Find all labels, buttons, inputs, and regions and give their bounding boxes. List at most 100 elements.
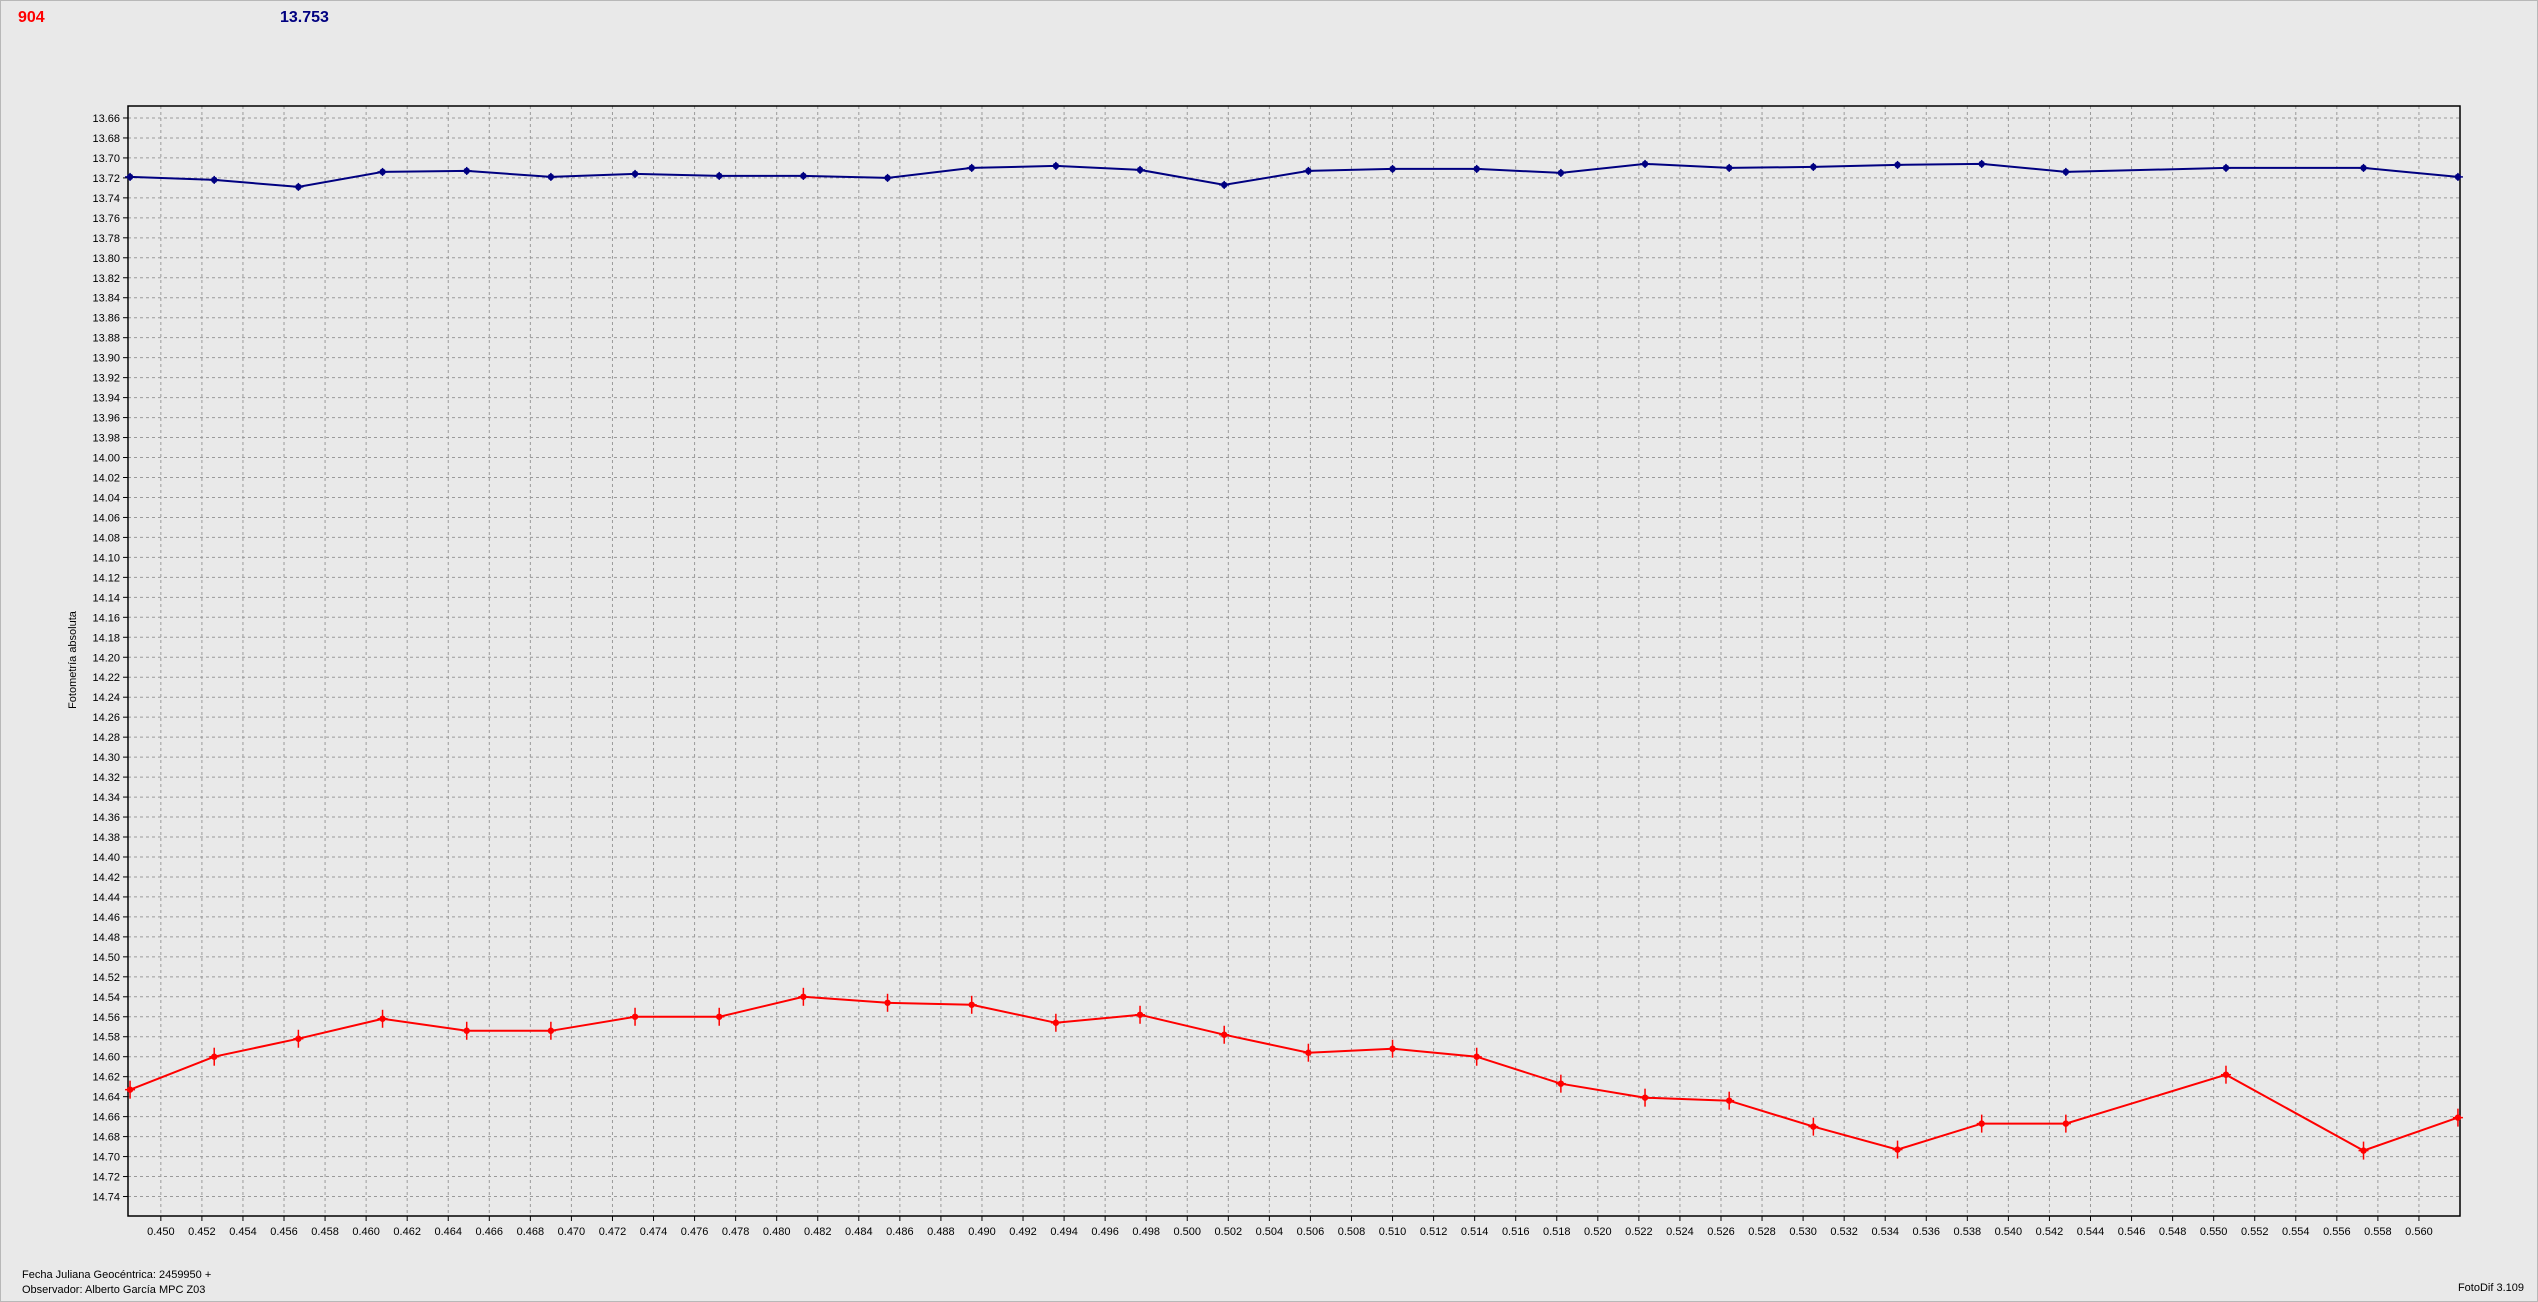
x-tick-label: 0.516: [1502, 1226, 1530, 1238]
y-tick-label: 13.84: [92, 293, 120, 305]
y-tick-label: 14.18: [92, 632, 120, 644]
x-tick-label: 0.518: [1543, 1226, 1571, 1238]
series-0-point: [968, 164, 975, 172]
series-0-point: [800, 172, 807, 180]
series-0-point: [2222, 164, 2230, 172]
x-tick-label: 0.558: [2364, 1226, 2392, 1238]
series-0-point: [631, 170, 639, 178]
y-tick-label: 13.70: [92, 153, 120, 165]
x-tick-label: 0.464: [434, 1226, 462, 1238]
x-tick-label: 0.552: [2241, 1226, 2269, 1238]
x-tick-label: 0.470: [558, 1226, 586, 1238]
series-0-point: [1473, 165, 1480, 173]
series-0-point: [1305, 167, 1312, 175]
x-tick-label: 0.492: [1009, 1226, 1037, 1238]
x-tick-label: 0.530: [1789, 1226, 1817, 1238]
series-1-point: [1305, 1049, 1312, 1056]
series-0-point: [379, 168, 386, 176]
series-1-point: [1641, 1094, 1649, 1101]
y-tick-label: 14.50: [92, 952, 120, 964]
x-tick-label: 0.560: [2405, 1226, 2433, 1238]
series-0-point: [547, 173, 555, 181]
y-tick-label: 14.58: [92, 1032, 120, 1044]
x-tick-label: 0.506: [1297, 1226, 1325, 1238]
y-tick-label: 13.66: [92, 113, 120, 125]
y-tick-label: 14.32: [92, 772, 120, 784]
x-tick-label: 0.478: [722, 1226, 750, 1238]
observer-label: Observador: Alberto García MPC Z03: [22, 1284, 206, 1296]
x-tick-label: 0.510: [1379, 1226, 1407, 1238]
y-tick-label: 14.10: [92, 552, 120, 564]
x-tick-label: 0.466: [476, 1226, 504, 1238]
series-0-point: [1221, 181, 1228, 189]
y-tick-label: 14.08: [92, 532, 120, 544]
y-axis-ticks: 13.66 13.68 13.70 13.72 13.74 13.76 13.78 13.80…: [92, 113, 128, 1204]
series-1-point: [126, 1086, 134, 1093]
x-tick-label: 0.520: [1584, 1226, 1612, 1238]
y-tick-label: 14.56: [92, 1012, 120, 1024]
series-1-point: [211, 1053, 218, 1060]
y-axis-label: Fotometría absoluta: [67, 610, 79, 709]
y-tick-label: 14.64: [92, 1092, 120, 1104]
y-tick-label: 14.70: [92, 1152, 120, 1164]
series-1-point: [1557, 1080, 1565, 1087]
footer-info: Fecha Juliana Geocéntrica: 2459950 + Obs…: [22, 1268, 211, 1298]
x-tick-label: 0.542: [2036, 1226, 2064, 1238]
y-tick-label: 13.86: [92, 313, 120, 325]
x-tick-label: 0.462: [393, 1226, 421, 1238]
x-tick-label: 0.532: [1830, 1226, 1858, 1238]
y-tick-label: 13.82: [92, 273, 120, 285]
x-tick-label: 0.480: [763, 1226, 791, 1238]
series-1-point: [295, 1035, 302, 1042]
y-tick-label: 14.34: [92, 792, 120, 804]
x-tick-label: 0.458: [311, 1226, 339, 1238]
series-1-point: [2222, 1071, 2230, 1078]
x-tick-label: 0.468: [517, 1226, 545, 1238]
series-0-point: [1810, 163, 1817, 171]
y-tick-label: 14.66: [92, 1112, 120, 1124]
y-tick-label: 14.42: [92, 872, 120, 884]
y-tick-label: 14.04: [92, 492, 120, 504]
series-0-point: [1978, 160, 1985, 168]
x-tick-label: 0.544: [2077, 1226, 2105, 1238]
x-tick-label: 0.540: [1995, 1226, 2023, 1238]
x-tick-label: 0.546: [2118, 1226, 2146, 1238]
series-0-point: [716, 172, 723, 180]
julian-date-label: Fecha Juliana Geocéntrica: 2459950 +: [22, 1269, 212, 1281]
y-tick-label: 13.92: [92, 373, 120, 385]
x-tick-label: 0.514: [1461, 1226, 1489, 1238]
x-tick-label: 0.556: [2323, 1226, 2351, 1238]
x-axis-ticks: 0.450 0.452 0.454 0.456 0.458 0.460 0.462 0.464…: [147, 1216, 2433, 1238]
y-tick-label: 14.38: [92, 832, 120, 844]
y-tick-label: 14.12: [92, 572, 120, 584]
x-tick-label: 0.508: [1338, 1226, 1366, 1238]
y-tick-label: 14.24: [92, 692, 120, 704]
x-tick-label: 0.484: [845, 1226, 873, 1238]
series-0-point: [884, 174, 891, 182]
x-tick-label: 0.550: [2200, 1226, 2228, 1238]
series-1-point: [631, 1013, 639, 1020]
series-0-point: [1894, 161, 1901, 169]
series-1-point: [1894, 1146, 1901, 1153]
x-tick-label: 0.554: [2282, 1226, 2310, 1238]
series-0-point: [1557, 169, 1565, 177]
x-tick-label: 0.528: [1748, 1226, 1776, 1238]
y-tick-label: 14.40: [92, 852, 120, 864]
series-1-point: [716, 1013, 723, 1020]
y-tick-label: 14.48: [92, 932, 120, 944]
y-tick-label: 14.16: [92, 612, 120, 624]
series-0-point: [1725, 164, 1733, 172]
x-tick-label: 0.536: [1913, 1226, 1941, 1238]
series-1-point: [1978, 1120, 1985, 1127]
x-tick-label: 0.512: [1420, 1226, 1448, 1238]
y-tick-label: 14.36: [92, 812, 120, 824]
series-1-point: [1221, 1031, 1228, 1038]
series-0-point: [2360, 164, 2367, 172]
x-tick-label: 0.538: [1954, 1226, 1982, 1238]
y-tick-label: 13.98: [92, 433, 120, 445]
y-tick-label: 14.30: [92, 752, 120, 764]
y-tick-label: 13.90: [92, 353, 120, 365]
x-tick-label: 0.498: [1132, 1226, 1160, 1238]
x-tick-label: 0.450: [147, 1226, 175, 1238]
series-1-point: [1136, 1011, 1144, 1018]
